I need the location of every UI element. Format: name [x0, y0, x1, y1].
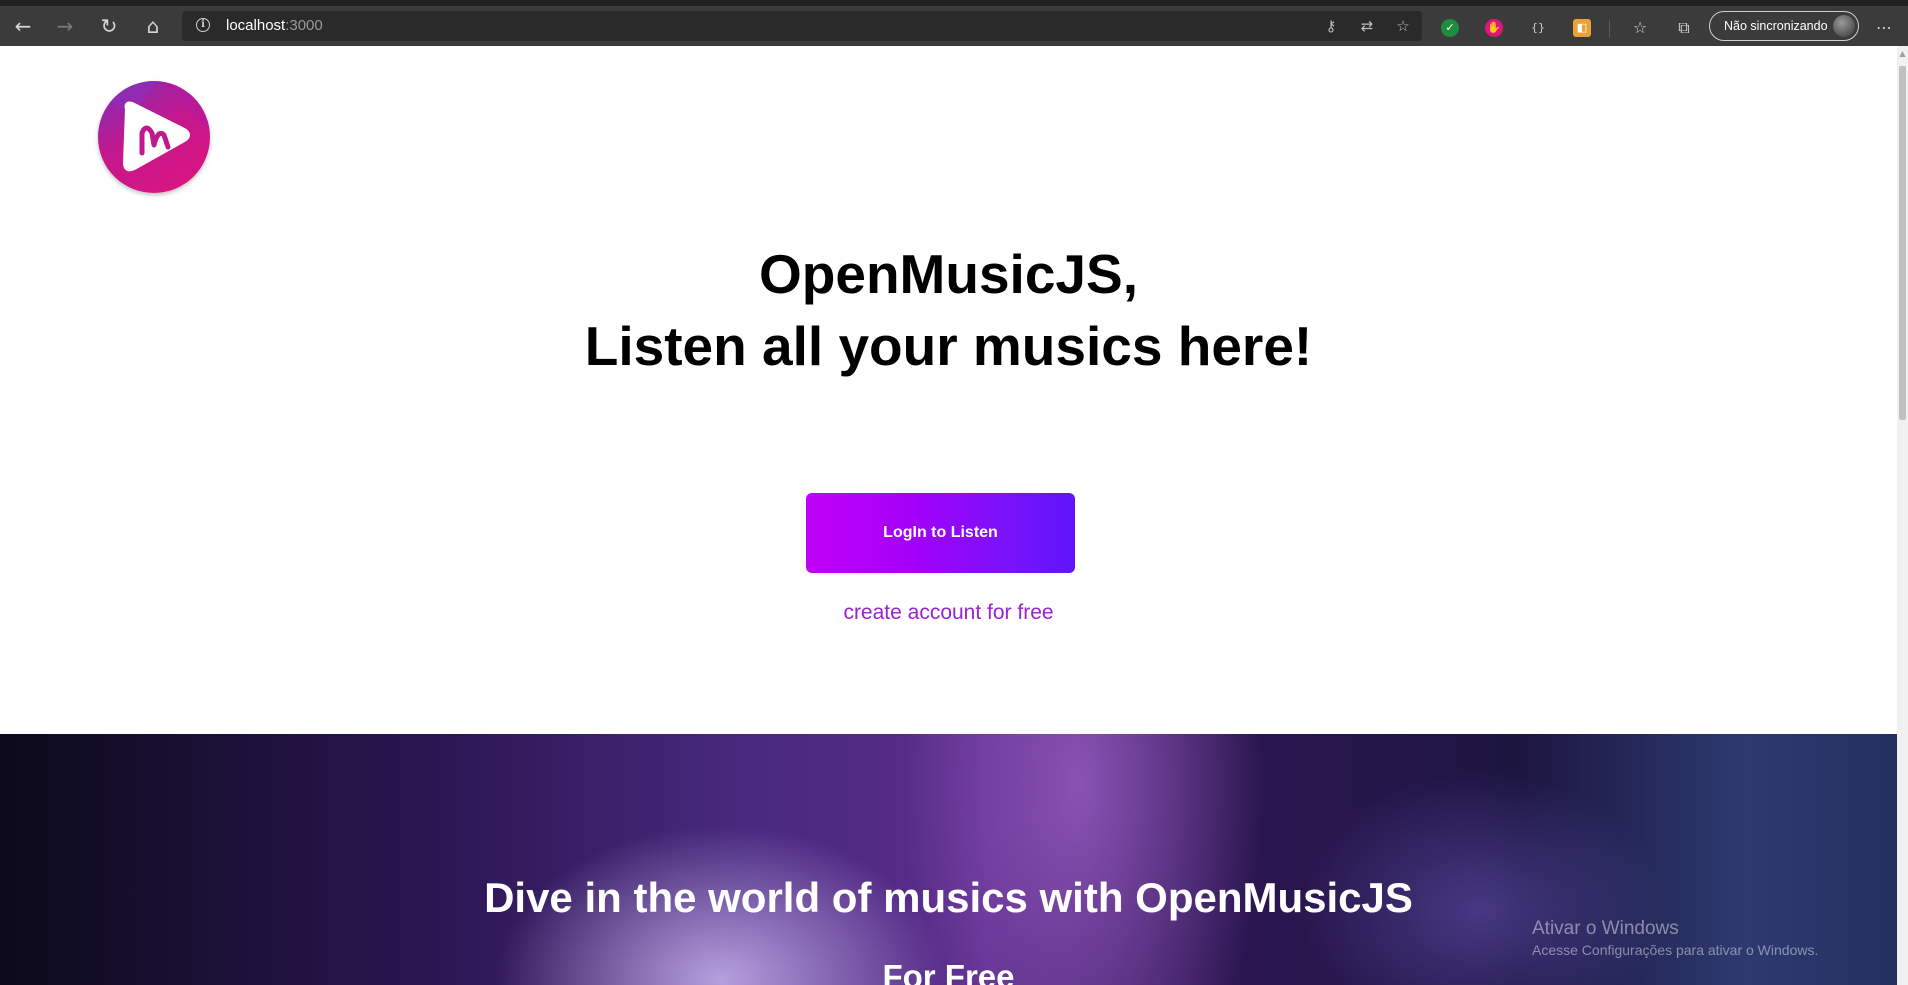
more-menu-icon[interactable]: ⋯ [1872, 16, 1896, 40]
watermark-subtitle: Acesse Configurações para ativar o Windo… [1532, 942, 1819, 958]
hero-subtitle: For Free [882, 958, 1015, 985]
extension-hand-icon[interactable]: ✋ [1485, 19, 1503, 37]
back-arrow-icon[interactable]: ← [8, 11, 38, 41]
page-content: OpenMusicJS, Listen all your musics here… [0, 46, 1897, 985]
watermark-title: Ativar o Windows [1532, 918, 1679, 939]
toolbar-divider [1609, 20, 1610, 38]
extension-image-icon[interactable]: ◧ [1573, 19, 1591, 37]
url-host: localhost [226, 17, 286, 34]
sync-label: Não sincronizando [1724, 19, 1828, 33]
login-button[interactable]: LogIn to Listen [806, 493, 1075, 573]
logo-play-icon [98, 81, 210, 193]
avatar [1833, 15, 1855, 37]
scroll-up-icon[interactable]: ▲ [1897, 48, 1908, 60]
page-headline: OpenMusicJS, Listen all your musics here… [0, 238, 1897, 382]
headline-line-2: Listen all your musics here! [584, 315, 1313, 377]
page-scrollbar[interactable]: ▲ [1897, 46, 1908, 985]
home-icon[interactable]: ⌂ [138, 11, 168, 41]
browser-toolbar: ← → ↻ ⌂ i localhost:3000 ⚷ ⇄ ☆ ✓ ✋ {} ◧ … [0, 0, 1908, 46]
forward-arrow-icon[interactable]: → [50, 11, 80, 41]
hero-title: Dive in the world of musics with OpenMus… [484, 874, 1413, 921]
extension-brackets-icon[interactable]: {} [1529, 19, 1547, 37]
headline-line-1: OpenMusicJS, [759, 243, 1138, 305]
scroll-thumb[interactable] [1899, 66, 1906, 420]
address-bar[interactable]: i localhost:3000 ⚷ ⇄ ☆ [182, 11, 1422, 41]
profile-sync-button[interactable]: Não sincronizando [1709, 11, 1859, 41]
favorite-star-icon[interactable]: ☆ [1392, 15, 1414, 37]
url-text[interactable]: localhost:3000 [226, 17, 323, 34]
refresh-icon[interactable]: ↻ [94, 11, 124, 41]
favorites-list-icon[interactable]: ☆ [1628, 16, 1652, 40]
windows-activation-watermark: Ativar o Windows Acesse Configurações pa… [1532, 918, 1818, 958]
info-icon[interactable]: i [196, 18, 210, 32]
collections-icon[interactable]: ⧉ [1672, 16, 1696, 40]
create-account-link[interactable]: create account for free [0, 601, 1897, 625]
key-icon[interactable]: ⚷ [1320, 15, 1342, 37]
url-port: :3000 [285, 17, 323, 34]
extension-check-icon[interactable]: ✓ [1441, 19, 1459, 37]
translate-icon[interactable]: ⇄ [1356, 15, 1378, 37]
logo[interactable] [98, 81, 210, 193]
